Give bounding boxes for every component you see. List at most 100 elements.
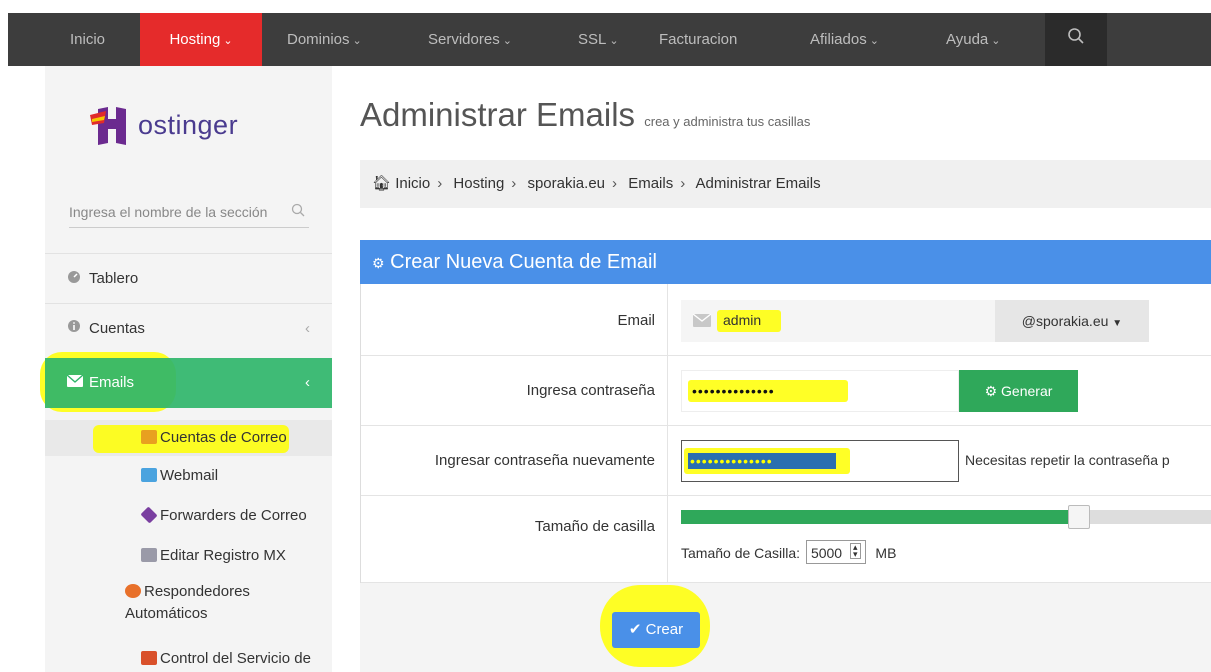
- panel-header: ⚙︎ Crear Nueva Cuenta de Email: [360, 240, 1211, 284]
- breadcrumb-separator: ›: [511, 175, 517, 192]
- logo-text: ostinger: [138, 109, 239, 140]
- nav-item-servidores[interactable]: Servidores ⌄: [428, 13, 512, 66]
- envelope-icon: [66, 358, 89, 408]
- breadcrumb-item-hosting[interactable]: Hosting: [453, 175, 504, 192]
- search-icon[interactable]: [1045, 13, 1107, 66]
- sidebar-subitem-label: Control del Servicio de: [160, 650, 311, 667]
- sidebar-subitem-label: Forwarders de Correo: [160, 507, 307, 524]
- breadcrumb-separator: ›: [437, 175, 443, 192]
- search-icon: [291, 196, 305, 228]
- breadcrumb-separator: ›: [680, 175, 686, 192]
- page: Inicio Hosting ⌄ Dominios ⌄ Servidores ⌄ SS…: [0, 0, 1211, 672]
- hostinger-logo[interactable]: ostinger: [88, 95, 238, 155]
- email-value: admin: [723, 312, 762, 328]
- form-divider: [667, 284, 668, 355]
- form-row-password: Ingresa contraseña •••••••••••••• ⚙︎ Gen…: [361, 356, 1211, 426]
- sidebar-item-label: Tablero: [89, 270, 139, 287]
- nav-item-afiliados[interactable]: Afiliados ⌄: [810, 13, 879, 66]
- webmail-icon: [141, 468, 157, 482]
- envelope-icon: [692, 313, 712, 330]
- breadcrumb: 🏠︎ Inicio › Hosting › sporakia.eu › Emails ›…: [360, 160, 1211, 208]
- password-value: ••••••••••••••: [692, 383, 775, 399]
- service-control-icon: [141, 651, 157, 665]
- forwarders-icon: [140, 506, 158, 524]
- email-label: Email: [617, 312, 655, 329]
- create-button[interactable]: ✔ Crear: [612, 612, 700, 648]
- size-value: 5000: [810, 545, 843, 561]
- chevron-left-icon: ‹: [305, 374, 310, 391]
- dashboard-icon: [67, 254, 89, 304]
- info-icon: [67, 304, 89, 354]
- sidebar-item-emails[interactable]: Emails ‹: [45, 358, 332, 408]
- nav-item-inicio[interactable]: Inicio: [70, 13, 105, 66]
- breadcrumb-item-emails[interactable]: Emails: [628, 175, 673, 192]
- breadcrumb-separator: ›: [612, 175, 618, 192]
- sidebar-item-label: Cuentas: [89, 320, 145, 337]
- password-repeat-label: Ingresar contraseña nuevamente: [434, 452, 655, 469]
- sidebar-subitem-webmail[interactable]: Webmail: [45, 460, 332, 492]
- panel-title: Crear Nueva Cuenta de Email: [390, 251, 657, 273]
- sidebar-subitem-label: Editar Registro MX: [160, 547, 286, 564]
- breadcrumb-item-inicio[interactable]: Inicio: [395, 175, 430, 192]
- gears-icon: ⚙︎: [372, 255, 385, 271]
- page-title: Administrar Emails crea y administra tus…: [360, 96, 810, 134]
- sidebar-subitem-service-control[interactable]: Control del Servicio de: [45, 646, 332, 672]
- form-divider: [667, 356, 668, 425]
- password-repeat-field[interactable]: ••••••••••••••: [681, 440, 959, 482]
- domain-value: @sporakia.eu: [1021, 313, 1109, 329]
- create-button-label: Crear: [645, 621, 684, 638]
- sidebar-subitem-cuentas-de-correo-content[interactable]: Cuentas de Correo: [45, 420, 332, 456]
- caret-down-icon: ▼: [1112, 318, 1123, 329]
- nav-item-ssl[interactable]: SSL ⌄: [578, 13, 619, 66]
- top-navbar: Inicio Hosting ⌄ Dominios ⌄ Servidores ⌄ SS…: [8, 13, 1211, 68]
- logo-mark-icon: [90, 107, 126, 145]
- page-title-text: Administrar Emails: [360, 96, 636, 133]
- generate-button[interactable]: ⚙︎ Generar: [959, 370, 1078, 412]
- check-icon: ✔: [628, 621, 642, 638]
- domain-dropdown[interactable]: @sporakia.eu ▼: [995, 300, 1149, 342]
- size-unit: MB: [875, 545, 897, 561]
- top-strip: [0, 0, 1211, 13]
- chevron-left-icon: ‹: [305, 320, 310, 337]
- size-slider-track[interactable]: [681, 505, 1211, 529]
- sidebar-subitem-label: Respondedores Automáticos: [125, 583, 250, 622]
- page-subtitle: crea y administra tus casillas: [644, 114, 811, 129]
- password-repeat-hint: Necesitas repetir la contraseña p: [965, 452, 1170, 468]
- mail-accounts-icon: [141, 430, 157, 444]
- sidebar-subitem-mx[interactable]: Editar Registro MX: [45, 540, 332, 572]
- sidebar-item-cuentas[interactable]: Cuentas ‹: [45, 303, 332, 353]
- size-slider-fill: [681, 510, 1079, 524]
- nav-item-ayuda[interactable]: Ayuda ⌄: [946, 13, 1000, 66]
- form-row-password-repeat: Ingresar contraseña nuevamente •••••••••…: [361, 426, 1211, 496]
- nav-item-dominios[interactable]: Dominios ⌄: [287, 13, 362, 66]
- nav-item-facturacion[interactable]: Facturacion: [659, 13, 737, 66]
- spinner-icon[interactable]: ▴ ▾: [850, 543, 861, 559]
- form-footer: [360, 583, 1211, 672]
- sidebar-subitem-forwarders[interactable]: Forwarders de Correo: [45, 500, 332, 532]
- sidebar-search-input[interactable]: Ingresa el nombre de la sección: [69, 196, 309, 228]
- mx-record-icon: [141, 548, 157, 562]
- sidebar-item-tablero[interactable]: Tablero: [45, 253, 332, 303]
- sidebar-search-placeholder: Ingresa el nombre de la sección: [69, 204, 268, 220]
- form-divider: [667, 496, 668, 582]
- sidebar-item-label: Emails: [89, 374, 135, 391]
- size-stepper[interactable]: 5000 ▴ ▾: [805, 540, 866, 564]
- sidebar-subitem-label: Webmail: [160, 467, 219, 484]
- size-inline: Tamaño de Casilla: 5000 ▴ ▾ MB: [681, 540, 896, 564]
- form-row-email: Email admin @sporakia.eu ▼: [361, 284, 1211, 356]
- sidebar-subitem-label: Cuentas de Correo: [160, 429, 287, 446]
- sidebar-subitem-autoresponder[interactable]: Respondedores Automáticos: [45, 581, 332, 633]
- password-label: Ingresa contraseña: [526, 382, 655, 399]
- generate-button-label: Generar: [1001, 383, 1053, 399]
- home-icon: 🏠︎: [372, 175, 392, 192]
- nav-item-hosting[interactable]: Hosting ⌄: [140, 13, 262, 68]
- password-repeat-value: ••••••••••••••: [690, 453, 773, 469]
- size-slider-handle[interactable]: [1068, 505, 1090, 529]
- breadcrumb-item-domain[interactable]: sporakia.eu: [527, 175, 605, 192]
- password-field[interactable]: ••••••••••••••: [681, 370, 959, 412]
- size-inline-label: Tamaño de Casilla:: [681, 545, 801, 561]
- gear-icon: ⚙︎: [984, 383, 998, 399]
- breadcrumb-item-current: Administrar Emails: [695, 175, 821, 192]
- form-row-size: Tamaño de casilla Tamaño de Casilla: 500…: [361, 496, 1211, 583]
- email-field[interactable]: admin: [681, 300, 995, 342]
